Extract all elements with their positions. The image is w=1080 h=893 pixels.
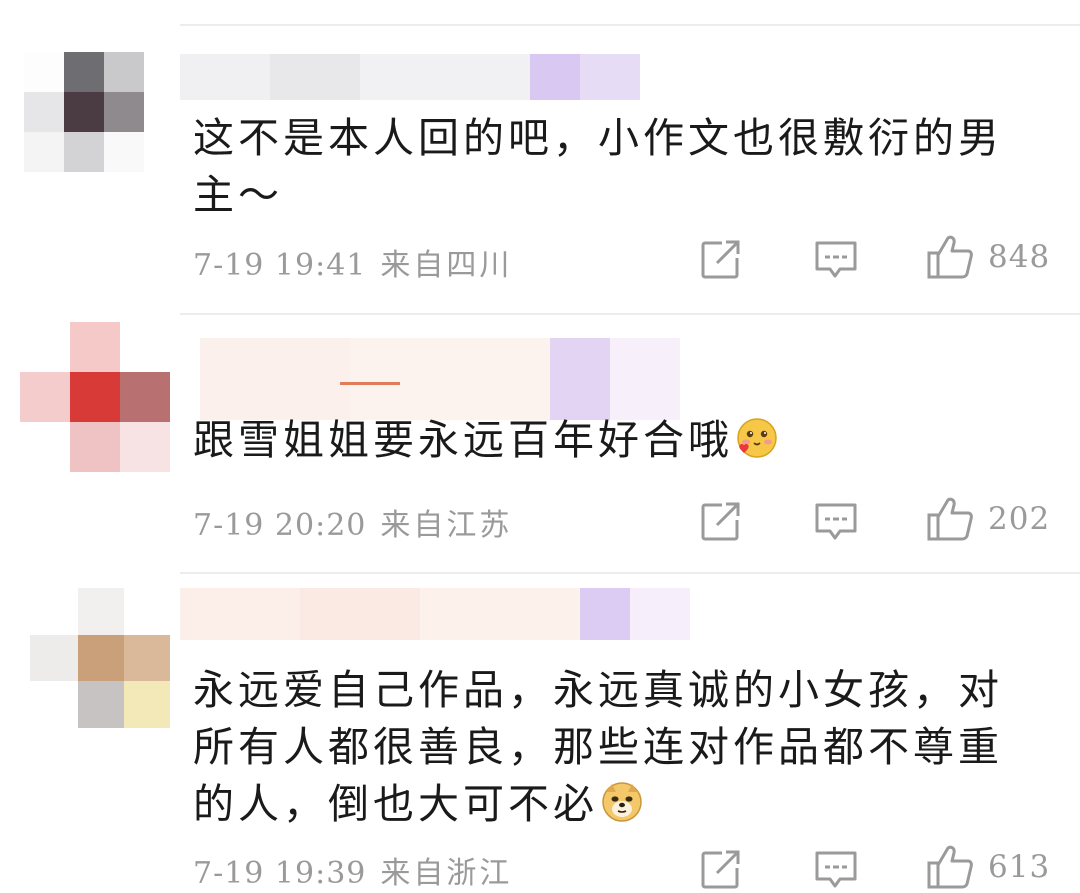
- comment-text: 永远爱自己作品，永远真诚的小女孩，对所有人都很善良，那些连对作品都不尊重的人，倒…: [193, 662, 1023, 839]
- thumbs-up-icon: [927, 845, 973, 889]
- like-button[interactable]: 613: [926, 844, 1050, 890]
- comment-meta: 7-19 19:39 来自浙江: [193, 848, 512, 892]
- share-button[interactable]: [700, 238, 742, 280]
- doge-emoji: [600, 780, 644, 839]
- share-button[interactable]: [700, 500, 742, 542]
- blush-heart-emoji: [735, 416, 779, 475]
- comment-divider: [180, 313, 1080, 315]
- like-button[interactable]: 202: [926, 496, 1050, 542]
- comment-text: 这不是本人回的吧，小作文也很敷衍的男主～: [193, 114, 1003, 219]
- comment-meta: 7-19 20:20 来自江苏: [193, 500, 512, 544]
- share-button[interactable]: [700, 848, 742, 890]
- username-blurred[interactable]: [180, 588, 690, 640]
- like-count: 613: [988, 849, 1051, 885]
- comment-icon: [815, 503, 857, 540]
- reply-button[interactable]: [814, 502, 858, 542]
- share-icon: [701, 240, 740, 279]
- reply-button[interactable]: [814, 850, 858, 890]
- like-count: 202: [988, 501, 1051, 537]
- avatar[interactable]: [20, 322, 170, 472]
- reply-button[interactable]: [814, 240, 858, 280]
- thumbs-up-icon: [927, 235, 973, 279]
- share-icon: [701, 850, 740, 889]
- thumbs-up-icon: [927, 497, 973, 541]
- avatar[interactable]: [30, 588, 170, 728]
- comment-text: 跟雪姐姐要永远百年好合哦: [193, 412, 1023, 475]
- comment-location: 来自浙江: [380, 856, 513, 891]
- comment-icon: [815, 851, 857, 888]
- comment-time: 7-19 19:41: [193, 248, 367, 283]
- like-button[interactable]: 848: [926, 234, 1050, 280]
- username-blurred[interactable]: [180, 54, 640, 100]
- like-count: 848: [988, 239, 1051, 275]
- comment-location: 来自江苏: [380, 508, 513, 543]
- comment-location: 来自四川: [380, 248, 513, 283]
- comment-icon: [815, 241, 857, 278]
- avatar[interactable]: [24, 52, 144, 172]
- comment-divider: [180, 572, 1080, 574]
- comment-time: 7-19 19:39: [193, 856, 367, 891]
- username-blurred[interactable]: [200, 338, 680, 420]
- share-icon: [701, 502, 740, 541]
- comment-meta: 7-19 19:41 来自四川: [193, 240, 512, 284]
- comment-time: 7-19 20:20: [193, 508, 367, 543]
- top-divider: [180, 24, 1080, 26]
